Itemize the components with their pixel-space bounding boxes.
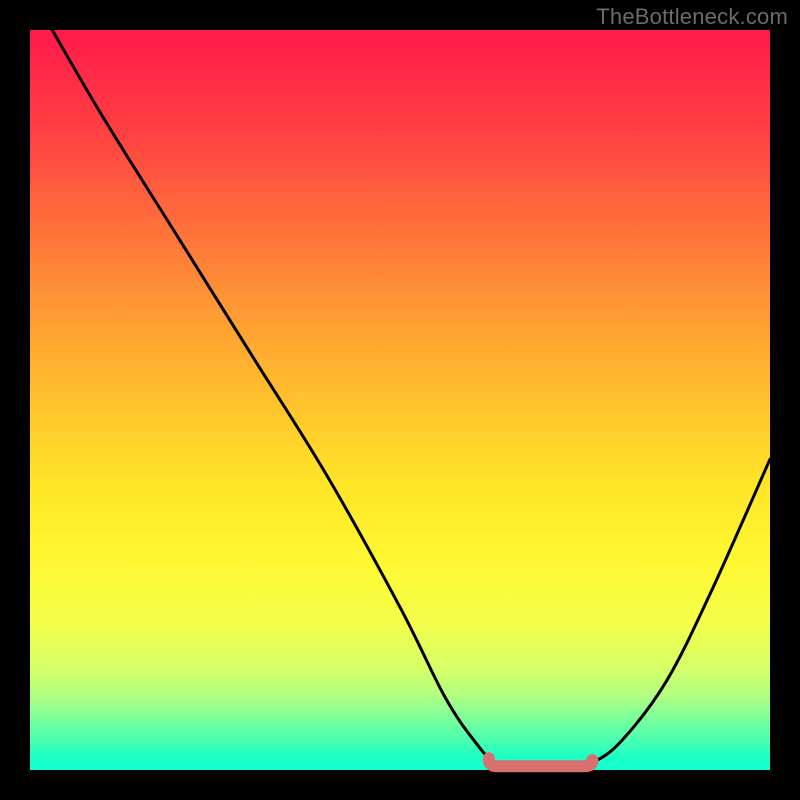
watermark-text: TheBottleneck.com [596, 4, 788, 30]
chart-frame: TheBottleneck.com [0, 0, 800, 800]
flat-region-end-dot [586, 754, 598, 766]
curve-path [52, 30, 770, 771]
bottleneck-curve [30, 30, 770, 770]
flat-region-marker [489, 758, 593, 766]
chart-plot-area [30, 30, 770, 770]
